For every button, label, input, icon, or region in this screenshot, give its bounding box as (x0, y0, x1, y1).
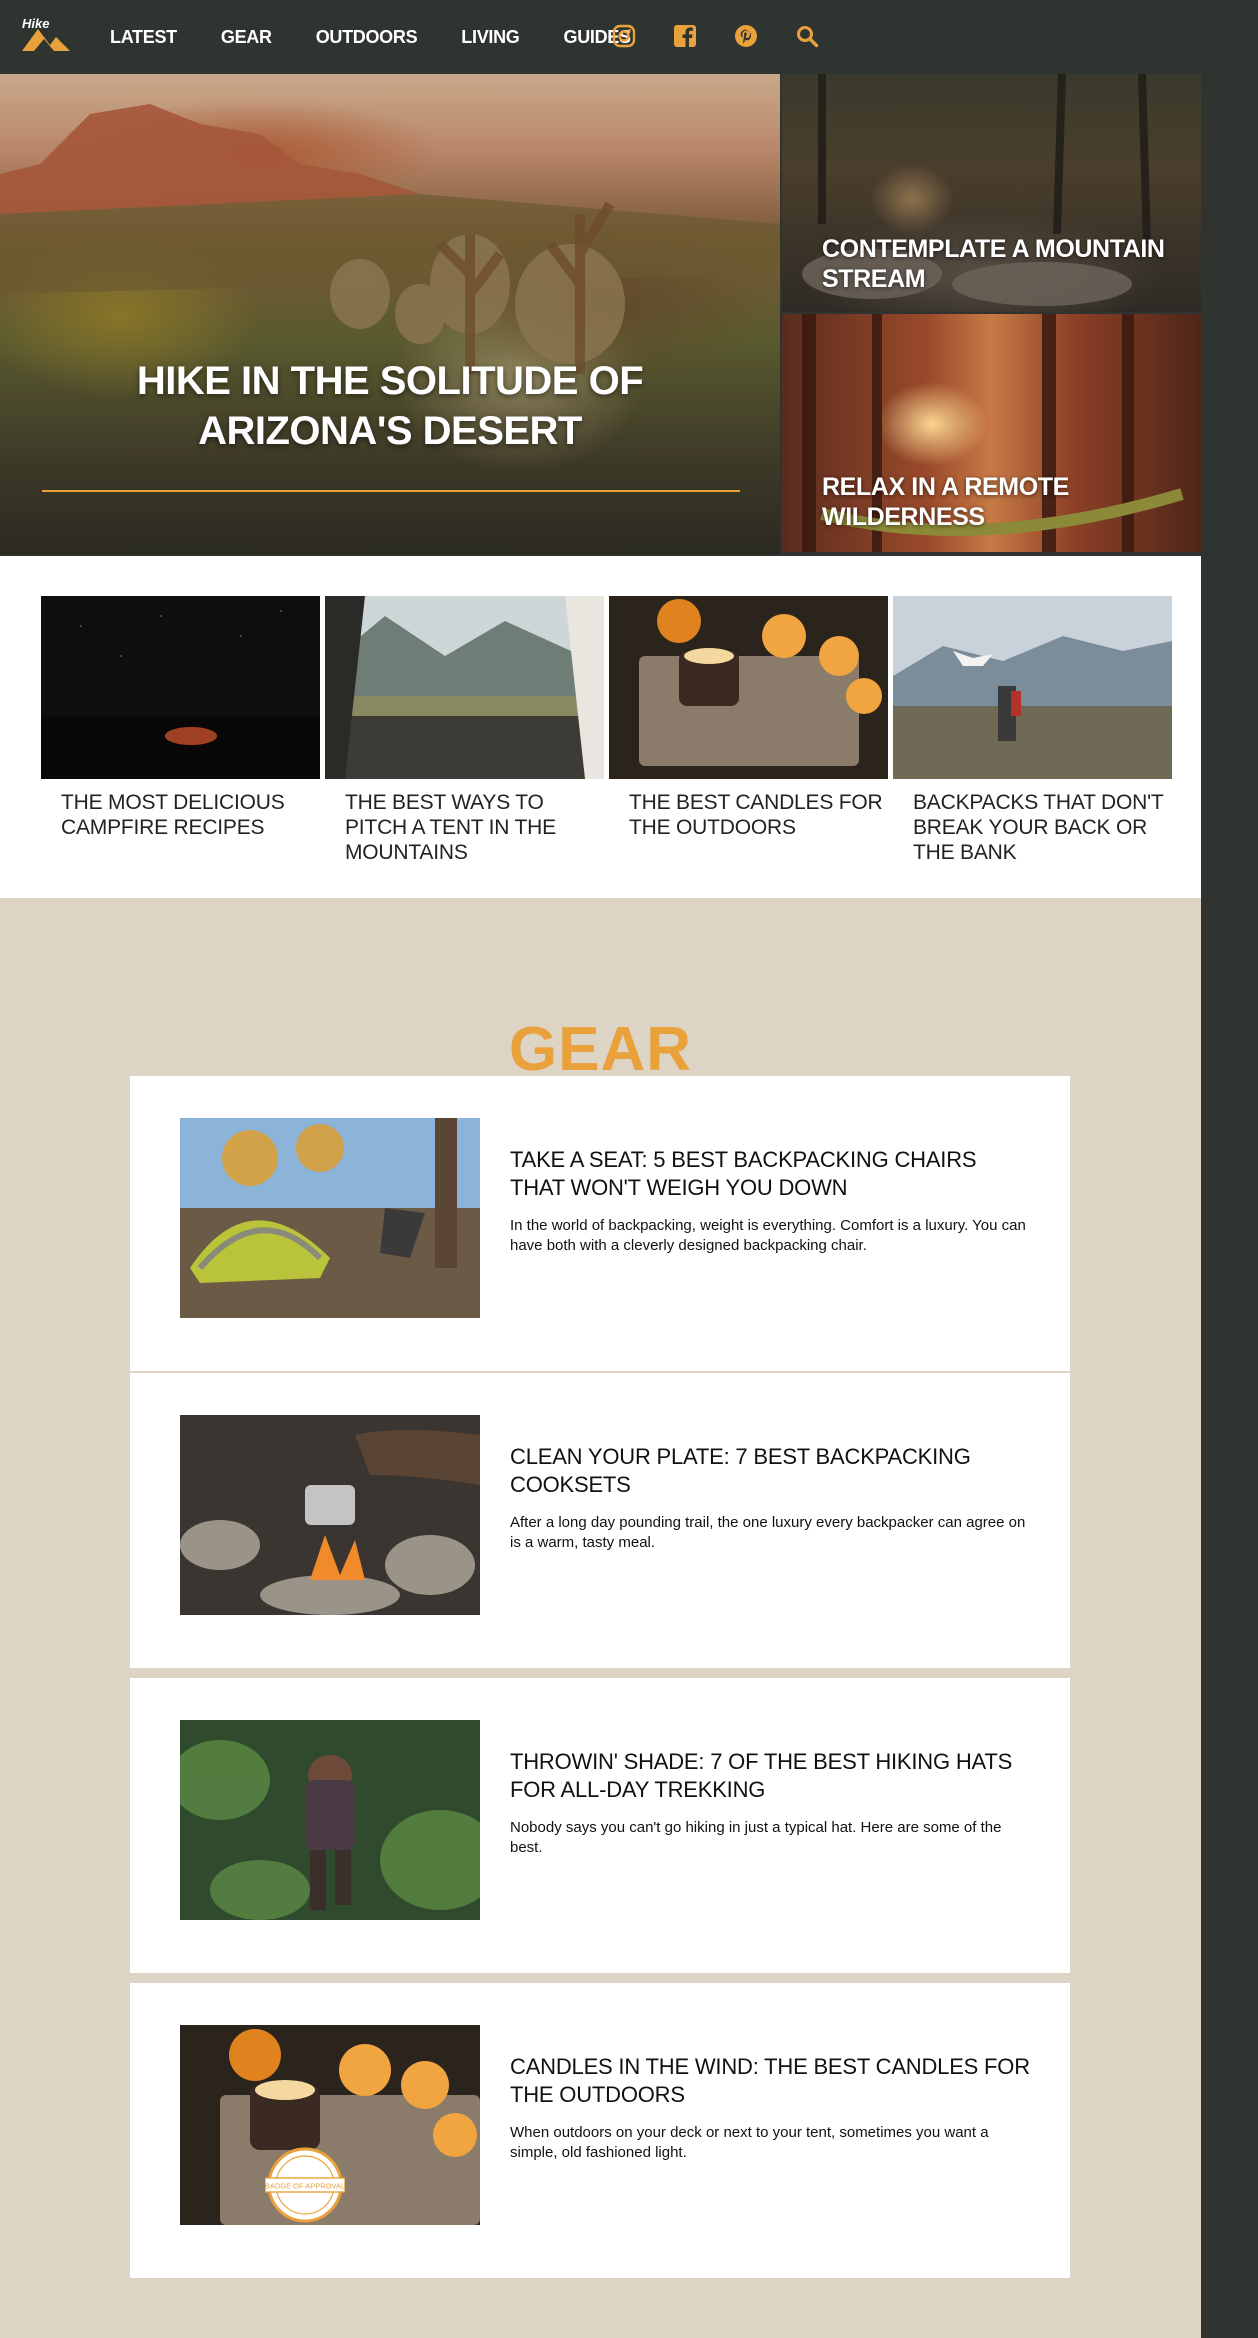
side-title-wilderness[interactable]: RELAX IN A REMOTE WILDERNESS (822, 472, 1201, 532)
strip-title[interactable]: THE BEST WAYS TO PITCH A TENT IN THE MOU… (345, 790, 604, 865)
instagram-icon[interactable] (612, 24, 636, 48)
search-icon[interactable] (795, 24, 819, 48)
article-desc: Nobody says you can't go hiking in just … (510, 1819, 1002, 1856)
candle-oranges-image (609, 596, 888, 779)
campfire-night-image (41, 596, 320, 779)
article-title[interactable]: CLEAN YOUR PLATE: 7 BEST BACKPACKING COO… (510, 1443, 1030, 1499)
pinterest-icon[interactable] (734, 24, 758, 48)
social-links (612, 24, 856, 48)
article-card[interactable]: THROWIN' SHADE: 7 OF THE BEST HIKING HAT… (130, 1678, 1070, 1973)
side-title-stream[interactable]: CONTEMPLATE A MOUNTAIN STREAM (822, 234, 1201, 294)
nav-latest[interactable]: LATEST (110, 27, 177, 48)
hero-feature[interactable]: HIKE IN THE SOLITUDE OF ARIZONA'S DESERT (0, 74, 780, 554)
featured-strip: THE MOST DELICIOUS CAMPFIRE RECIPES THE … (0, 556, 1201, 898)
badge-label: BADGE OF APPROVAL (265, 2182, 345, 2191)
nav-gear[interactable]: GEAR (221, 27, 272, 48)
backpacker-mountain-image (893, 596, 1172, 779)
strip-card-tent[interactable]: THE BEST WAYS TO PITCH A TENT IN THE MOU… (325, 596, 604, 865)
facebook-icon[interactable] (673, 24, 697, 48)
campfire-cookset-image (180, 1415, 480, 1615)
main-nav: LATEST GEAR OUTDOORS LIVING GUIDES (110, 0, 675, 74)
side-feature-wilderness[interactable]: RELAX IN A REMOTE WILDERNESS (782, 314, 1201, 552)
page: Hike LATEST GEAR OUTDOORS LIVING GUIDES (0, 0, 1201, 2338)
desert-image (0, 104, 780, 374)
article-card[interactable]: TAKE A SEAT: 5 BEST BACKPACKING CHAIRS T… (130, 1076, 1070, 1371)
article-desc: After a long day pounding trail, the one… (510, 1514, 1026, 1551)
strip-card-backpacks[interactable]: BACKPACKS THAT DON'T BREAK YOUR BACK OR … (893, 596, 1172, 865)
article-card[interactable]: CLEAN YOUR PLATE: 7 BEST BACKPACKING COO… (130, 1373, 1070, 1668)
page-gutter (1201, 0, 1258, 2338)
nav-living[interactable]: LIVING (461, 27, 520, 48)
article-card[interactable]: BADGE OF APPROVAL CANDLES IN THE WIND: T… (130, 1983, 1070, 2278)
article-desc: In the world of backpacking, weight is e… (510, 1217, 1026, 1254)
badge-of-approval-icon: BADGE OF APPROVAL (265, 2147, 345, 2223)
strip-card-campfire[interactable]: THE MOST DELICIOUS CAMPFIRE RECIPES (41, 596, 320, 840)
hero-title[interactable]: HIKE IN THE SOLITUDE OF ARIZONA'S DESERT (60, 356, 720, 456)
strip-title[interactable]: BACKPACKS THAT DON'T BREAK YOUR BACK OR … (913, 790, 1172, 865)
forest-hiker-image (180, 1720, 480, 1920)
article-title[interactable]: CANDLES IN THE WIND: THE BEST CANDLES FO… (510, 2053, 1030, 2109)
strip-title[interactable]: THE MOST DELICIOUS CAMPFIRE RECIPES (61, 790, 320, 840)
site-header: Hike LATEST GEAR OUTDOORS LIVING GUIDES (0, 0, 1201, 74)
strip-card-candles[interactable]: THE BEST CANDLES FOR THE OUTDOORS (609, 596, 888, 840)
tent-chair-image (180, 1118, 480, 1318)
article-desc: When outdoors on your deck or next to yo… (510, 2124, 989, 2161)
section-heading[interactable]: GEAR (0, 1014, 1201, 1085)
hero-divider (42, 490, 740, 492)
logo-text[interactable]: Hike (22, 16, 49, 31)
nav-outdoors[interactable]: OUTDOORS (316, 27, 418, 48)
tent-view-image (325, 596, 604, 779)
article-title[interactable]: THROWIN' SHADE: 7 OF THE BEST HIKING HAT… (510, 1748, 1030, 1804)
article-title[interactable]: TAKE A SEAT: 5 BEST BACKPACKING CHAIRS T… (510, 1146, 1030, 1202)
strip-title[interactable]: THE BEST CANDLES FOR THE OUTDOORS (629, 790, 888, 840)
side-feature-stream[interactable]: CONTEMPLATE A MOUNTAIN STREAM (782, 74, 1201, 312)
